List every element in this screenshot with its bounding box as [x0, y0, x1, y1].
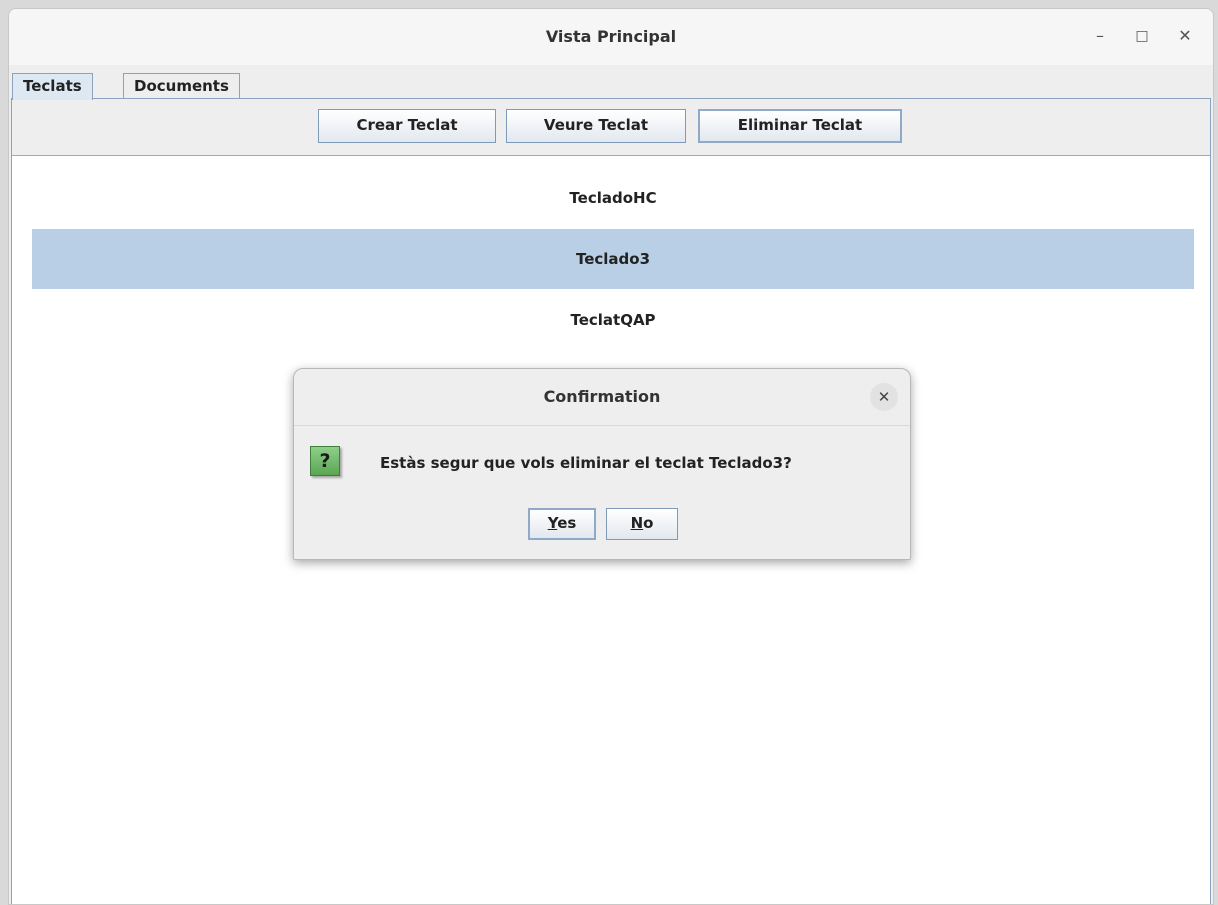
dialog-message: Estàs segur que vols eliminar el teclat … — [380, 454, 792, 472]
window-title: Vista Principal — [545, 27, 677, 46]
tab-documents[interactable]: Documents — [123, 73, 240, 99]
yes-label: es — [557, 514, 577, 532]
confirmation-dialog: Confirmation ✕ ? Estàs segur que vols el… — [293, 368, 911, 560]
minimize-icon[interactable]: – — [1087, 23, 1113, 49]
toolbar: Crear Teclat Veure Teclat Eliminar Tecla… — [12, 99, 1210, 156]
tab-teclats[interactable]: Teclats — [12, 73, 93, 100]
no-label: o — [643, 514, 654, 532]
maximize-icon[interactable]: □ — [1129, 23, 1155, 49]
close-icon[interactable]: ✕ — [1172, 23, 1198, 49]
dialog-title: Confirmation — [294, 369, 910, 426]
list-item[interactable]: TecladoHC — [32, 168, 1194, 228]
list-item-selected[interactable]: Teclado3 — [32, 229, 1194, 289]
view-keyboard-button[interactable]: Veure Teclat — [506, 109, 686, 143]
no-button[interactable]: No — [606, 508, 678, 540]
create-keyboard-button[interactable]: Crear Teclat — [318, 109, 496, 143]
title-bar[interactable]: Vista Principal – □ ✕ — [9, 9, 1213, 66]
tab-bar: Teclats Documents — [9, 65, 1213, 100]
delete-keyboard-button[interactable]: Eliminar Teclat — [698, 109, 902, 143]
question-icon: ? — [310, 446, 340, 476]
yes-mnemonic: Y — [547, 514, 558, 532]
yes-button[interactable]: Yes — [528, 508, 596, 540]
no-mnemonic: N — [630, 514, 644, 532]
dialog-close-icon[interactable]: ✕ — [870, 383, 898, 411]
list-item[interactable]: TeclatQAP — [32, 290, 1194, 350]
